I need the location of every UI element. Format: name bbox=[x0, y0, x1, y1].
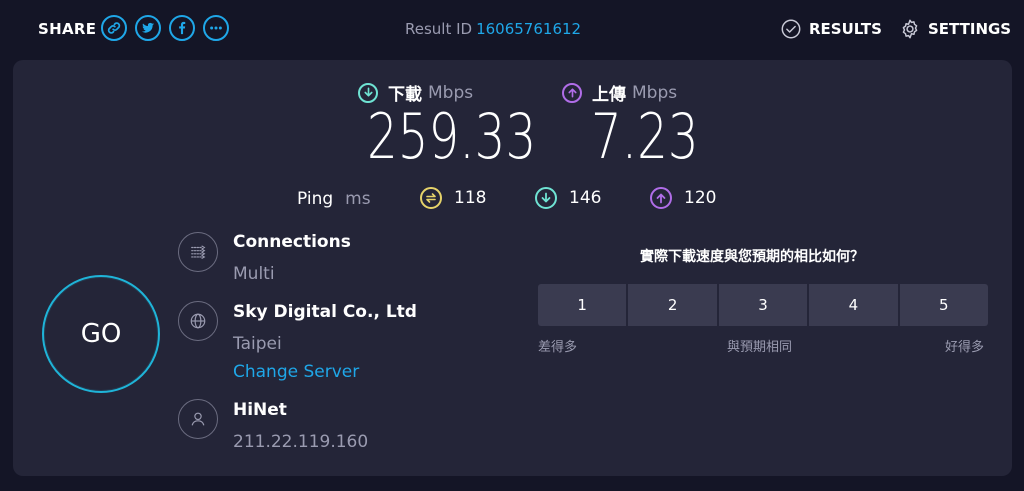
scale-high-label: 好得多 bbox=[945, 340, 985, 355]
scale-mid-label: 與預期相同 bbox=[727, 340, 793, 355]
twitter-icon bbox=[141, 22, 155, 33]
globe-icon bbox=[178, 301, 218, 341]
ping-upload-icon bbox=[650, 187, 672, 209]
ping-idle: 118 bbox=[420, 187, 486, 209]
connections-icon bbox=[178, 232, 218, 272]
share-more-button[interactable] bbox=[203, 15, 229, 41]
result-id-value[interactable]: 16065761612 bbox=[476, 20, 581, 38]
upload-speed-value: 7.23 bbox=[591, 100, 699, 173]
link-icon bbox=[107, 22, 121, 34]
ping-download: 146 bbox=[535, 187, 601, 209]
ping-idle-icon bbox=[420, 187, 442, 209]
rating-scale: 1 2 3 4 5 bbox=[538, 284, 989, 326]
settings-label: SETTINGS bbox=[928, 20, 1012, 38]
server-title: Sky Digital Co., Ltd bbox=[233, 302, 417, 322]
rating-button-1[interactable]: 1 bbox=[538, 284, 627, 326]
user-icon bbox=[178, 399, 218, 439]
rating-button-4[interactable]: 4 bbox=[809, 284, 898, 326]
ping-idle-value: 118 bbox=[454, 188, 487, 208]
more-icon bbox=[210, 26, 222, 30]
ping-upload-value: 120 bbox=[684, 188, 717, 208]
ping-unit: ms bbox=[345, 189, 371, 209]
gear-icon bbox=[902, 19, 918, 39]
survey-question: 實際下載速度與您預期的相比如何？ bbox=[640, 249, 864, 265]
rating-button-2[interactable]: 2 bbox=[628, 284, 717, 326]
results-link[interactable]: RESULTS bbox=[780, 18, 882, 40]
settings-link[interactable]: SETTINGS bbox=[899, 18, 1011, 40]
isp-title: HiNet bbox=[233, 400, 287, 420]
ping-label: Ping bbox=[297, 189, 334, 209]
connections-value: Multi bbox=[233, 264, 275, 284]
ping-upload: 120 bbox=[650, 187, 716, 209]
share-facebook-button[interactable] bbox=[169, 15, 195, 41]
facebook-icon bbox=[179, 21, 186, 35]
ping-row: Ping ms bbox=[297, 187, 371, 211]
ping-download-icon bbox=[535, 187, 557, 209]
rating-button-3[interactable]: 3 bbox=[718, 284, 808, 326]
share-label: SHARE bbox=[38, 20, 97, 38]
isp-ip: 211.22.119.160 bbox=[233, 432, 369, 452]
results-label: RESULTS bbox=[809, 20, 882, 38]
result-id-label: Result ID bbox=[405, 20, 473, 38]
scale-low-label: 差得多 bbox=[538, 340, 578, 355]
rating-button-5[interactable]: 5 bbox=[899, 284, 989, 326]
server-location: Taipei bbox=[233, 334, 282, 354]
header-bar: SHARE Result ID 16065761612 RESULTS SETT… bbox=[0, 0, 1024, 58]
download-speed-value: 259.33 bbox=[367, 100, 537, 173]
upload-arrow-icon bbox=[562, 82, 582, 103]
share-link-button[interactable] bbox=[101, 15, 127, 41]
go-button[interactable]: GO bbox=[42, 275, 160, 393]
change-server-link[interactable]: Change Server bbox=[233, 362, 359, 382]
connections-title: Connections bbox=[233, 232, 351, 252]
ping-download-value: 146 bbox=[569, 188, 602, 208]
result-id: Result ID 16065761612 bbox=[405, 20, 581, 38]
share-twitter-button[interactable] bbox=[135, 15, 161, 41]
check-circle-icon bbox=[781, 19, 801, 39]
